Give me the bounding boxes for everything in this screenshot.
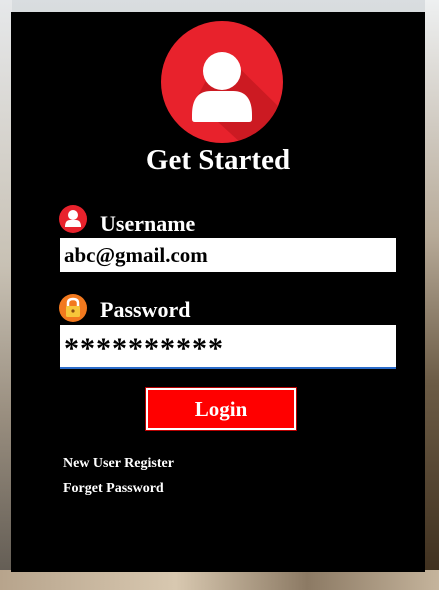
password-field[interactable]: **********	[60, 325, 396, 369]
forget-password-link[interactable]: Forget Password	[63, 481, 164, 497]
login-button[interactable]: Login	[145, 387, 297, 431]
page-title: Get Started	[145, 144, 291, 176]
username-field[interactable]: abc@gmail.com	[60, 238, 396, 272]
new-user-register-link[interactable]: New User Register	[63, 456, 174, 472]
avatar-user-icon	[161, 21, 283, 143]
username-label: Username	[100, 211, 196, 236]
login-panel: Get Started Username abc@gmail.com Passw…	[11, 12, 425, 572]
user-icon	[59, 205, 87, 233]
background-right	[425, 0, 439, 590]
password-label: Password	[100, 297, 191, 322]
background-bottom	[0, 570, 439, 590]
lock-icon	[59, 294, 87, 322]
